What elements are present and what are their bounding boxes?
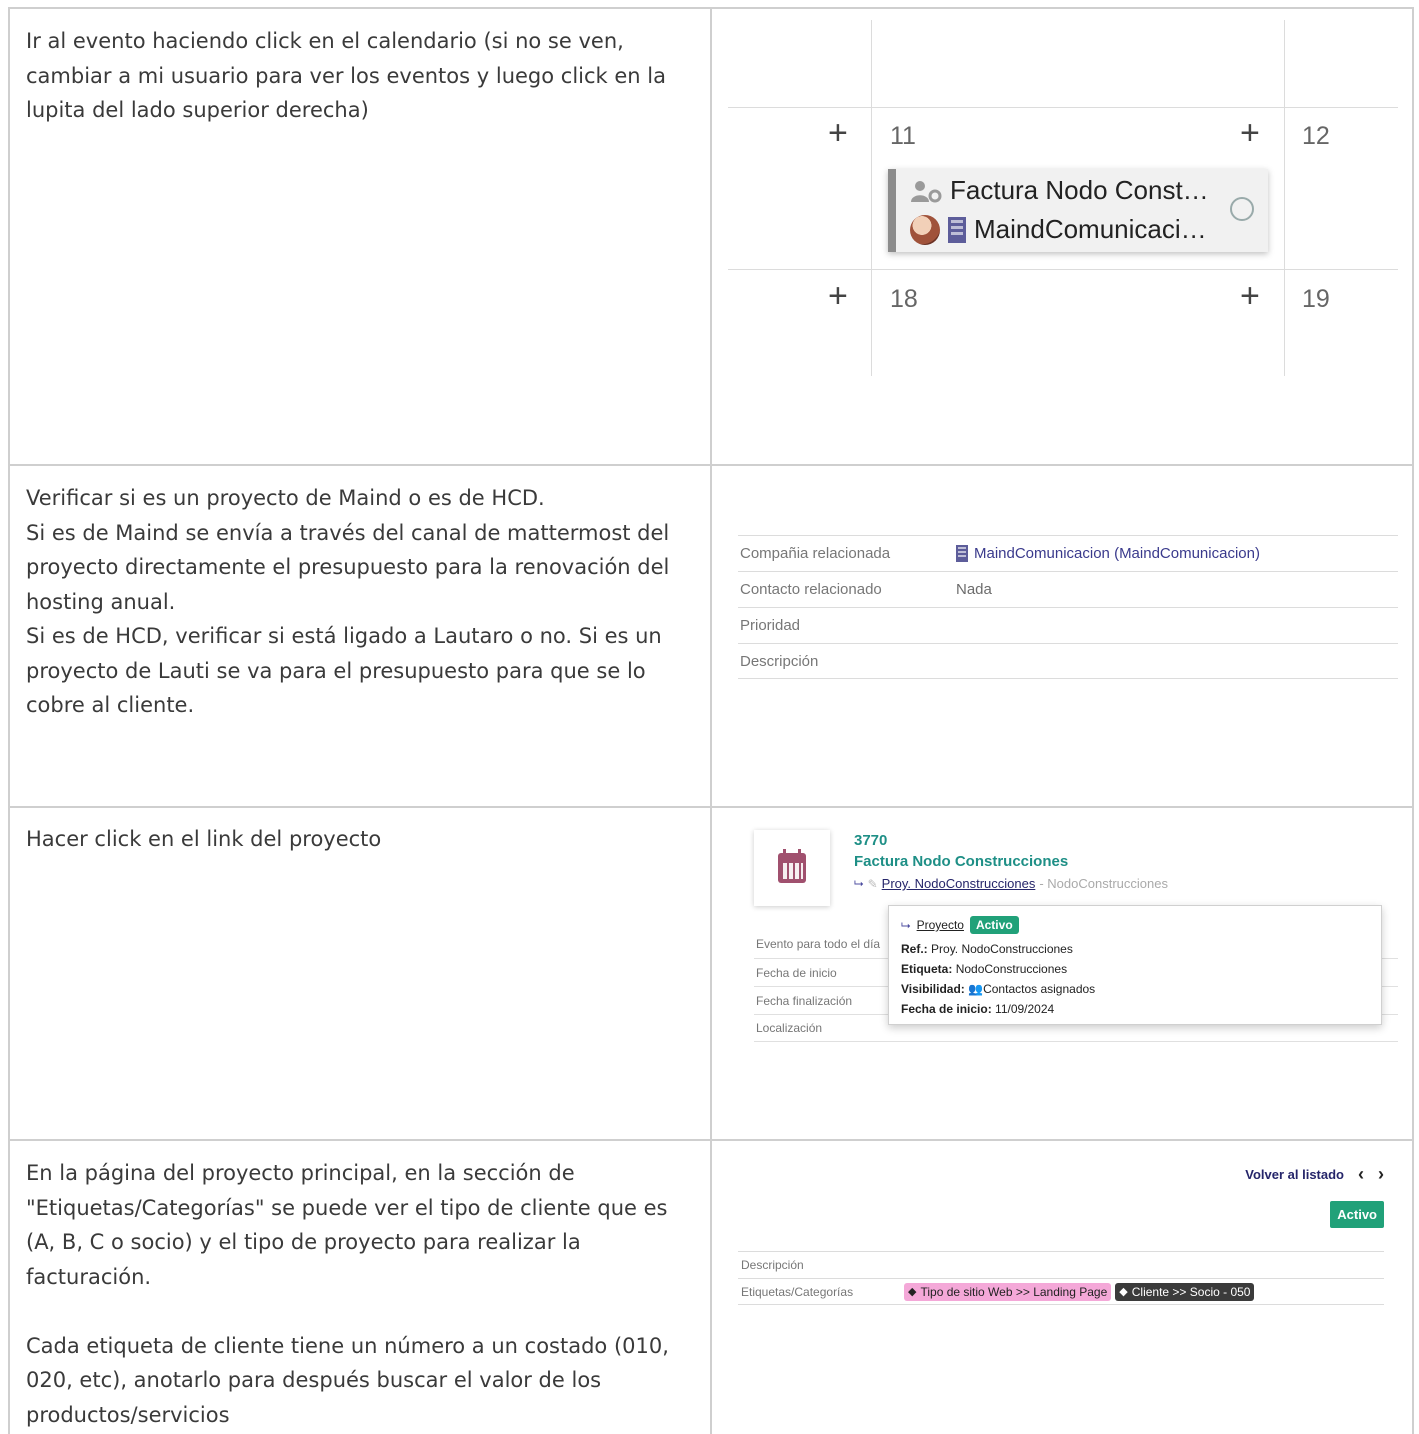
- event-title: Factura Nodo Const…: [950, 175, 1209, 205]
- back-to-list-link[interactable]: Volver al listado: [1245, 1167, 1344, 1182]
- instruction-line: Verificar si es un proyecto de Maind o e…: [26, 486, 545, 510]
- table-row-divider-3: [8, 1139, 1414, 1141]
- user-gear-icon: [910, 179, 942, 203]
- avatar: [910, 214, 940, 245]
- project-fields: Descripción Etiquetas/Categorías ◆ Tipo …: [738, 1251, 1384, 1305]
- tag-icon: ◆: [908, 1286, 917, 1298]
- calendar-row-line: [728, 269, 1398, 270]
- add-event-button[interactable]: +: [828, 116, 848, 150]
- status-button[interactable]: Activo: [1330, 1201, 1384, 1228]
- instruction-step-4: En la página del proyecto principal, en …: [26, 1156, 696, 1432]
- field-label: Descripción: [741, 1258, 804, 1272]
- tag-label: Etiqueta:: [901, 962, 953, 976]
- pencil-icon[interactable]: ✎: [868, 877, 878, 891]
- add-event-button[interactable]: +: [828, 279, 848, 313]
- popover-start-date: Fecha de inicio: 11/09/2024: [901, 999, 1369, 1019]
- visibility-label: Visibilidad:: [901, 982, 965, 996]
- instruction-text: Ir al evento haciendo click en el calend…: [26, 29, 666, 122]
- calendar-view: + 11 + 12 Factura Nodo Const… MaindComun…: [728, 20, 1398, 376]
- chevron-right-icon[interactable]: ›: [1378, 1164, 1384, 1185]
- field-label: Compañia relacionada: [740, 545, 891, 562]
- popover-ref: Ref.: Proy. NodoConstrucciones: [901, 939, 1369, 959]
- add-event-button[interactable]: +: [1240, 116, 1260, 150]
- event-project-line: ⮡ ✎ Proy. NodoConstrucciones - NodoConst…: [854, 876, 1168, 891]
- status-badge: Activo: [969, 916, 1019, 934]
- event-number: 3770: [854, 832, 888, 849]
- table-column-divider: [710, 7, 712, 1434]
- field-label: Descripción: [740, 652, 819, 670]
- table-border-right: [1412, 7, 1414, 1434]
- field-row: Contacto relacionado Nada: [738, 571, 1398, 607]
- tag-icon: ◆: [1119, 1286, 1128, 1298]
- company-fields: Compañia relacionada MaindComunicacion (…: [738, 535, 1398, 679]
- day-number[interactable]: 18: [890, 285, 918, 314]
- company-link[interactable]: MaindComunicacion (MaindComunicacion): [956, 545, 1260, 562]
- day-number[interactable]: 12: [1302, 122, 1330, 151]
- field-row: Descripción: [738, 1251, 1384, 1278]
- ref-label: Ref.:: [901, 942, 928, 956]
- field-label: Etiquetas/Categorías: [741, 1284, 854, 1299]
- tag-text: Tipo de sitio Web >> Landing Page: [920, 1284, 1108, 1299]
- table-border-left: [8, 7, 10, 1434]
- field-row: Prioridad: [738, 607, 1398, 643]
- tag-client-type[interactable]: ◆ Cliente >> Socio - 050: [1115, 1282, 1255, 1301]
- instruction-paragraph: En la página del proyecto principal, en …: [26, 1161, 668, 1289]
- field-label: Prioridad: [740, 617, 801, 634]
- popover-header: ⮡ Proyecto Activo: [901, 916, 1369, 934]
- ref-value: Proy. NodoConstrucciones: [931, 942, 1073, 956]
- building-icon: [948, 216, 966, 243]
- calendar-row-line: [728, 107, 1398, 108]
- instruction-line: Si es de Maind se envía a través del can…: [26, 520, 670, 614]
- chevron-left-icon[interactable]: ‹: [1358, 1164, 1364, 1185]
- project-popover: ⮡ Proyecto Activo Ref.: Proy. NodoConstr…: [888, 905, 1382, 1025]
- calendar-column-line: [1284, 20, 1285, 376]
- event-company: MaindComunicaci…: [974, 214, 1207, 244]
- project-icon: ⮡: [854, 876, 864, 890]
- users-icon: 👥: [968, 982, 984, 996]
- popover-visibility: Visibilidad: 👥Contactos asignados: [901, 979, 1369, 999]
- visibility-value: Contactos asignados: [983, 982, 1096, 996]
- table-row-divider-2: [8, 806, 1414, 808]
- instruction-step-3: Hacer click en el link del proyecto: [26, 822, 696, 857]
- day-number[interactable]: 11: [890, 122, 916, 151]
- calendar-icon: [778, 849, 806, 883]
- start-value: 11/09/2024: [995, 1002, 1055, 1016]
- field-row: Compañia relacionada MaindComunicacion (…: [738, 535, 1398, 571]
- instruction-step-1: Ir al evento haciendo click en el calend…: [26, 24, 696, 128]
- instruction-paragraph: Cada etiqueta de cliente tiene un número…: [26, 1333, 669, 1427]
- tag-value: NodoConstrucciones: [955, 962, 1068, 976]
- instruction-step-2: Verificar si es un proyecto de Maind o e…: [26, 481, 696, 723]
- company-value: MaindComunicacion (MaindComunicacion): [974, 545, 1260, 562]
- event-avatar-box: [754, 830, 830, 906]
- table-row-divider-1: [8, 464, 1414, 466]
- instruction-line: Si es de HCD, verificar si está ligado a…: [26, 624, 662, 717]
- field-row: Etiquetas/Categorías ◆ Tipo de sitio Web…: [738, 1278, 1384, 1305]
- event-title-line: Factura Nodo Const…: [910, 175, 1209, 206]
- field-row: Descripción: [738, 643, 1398, 679]
- calendar-column-line: [871, 20, 872, 376]
- event-status-circle-icon[interactable]: [1230, 197, 1254, 221]
- add-event-button[interactable]: +: [1240, 279, 1260, 313]
- instruction-text: Hacer click en el link del proyecto: [26, 827, 382, 851]
- field-label: Contacto relacionado: [740, 581, 882, 598]
- project-icon: ⮡: [901, 917, 911, 932]
- tag-web-type[interactable]: ◆ Tipo de sitio Web >> Landing Page: [904, 1282, 1112, 1301]
- popover-project-link[interactable]: Proyecto: [917, 918, 964, 932]
- event-title: Factura Nodo Construcciones: [854, 853, 1069, 870]
- popover-tag: Etiqueta: NodoConstrucciones: [901, 959, 1369, 979]
- tag-text: Cliente >> Socio - 050: [1131, 1284, 1251, 1299]
- event-company-line: MaindComunicaci…: [910, 214, 1207, 245]
- project-suffix: - NodoConstrucciones: [1039, 876, 1168, 891]
- calendar-event[interactable]: Factura Nodo Const… MaindComunicaci…: [888, 169, 1268, 252]
- project-link[interactable]: Proy. NodoConstrucciones: [882, 876, 1036, 891]
- start-label: Fecha de inicio:: [901, 1002, 992, 1016]
- building-icon: [956, 545, 968, 562]
- contact-value[interactable]: Nada: [956, 581, 992, 598]
- pager: Volver al listado ‹ ›: [1245, 1164, 1384, 1185]
- day-number[interactable]: 19: [1302, 285, 1330, 314]
